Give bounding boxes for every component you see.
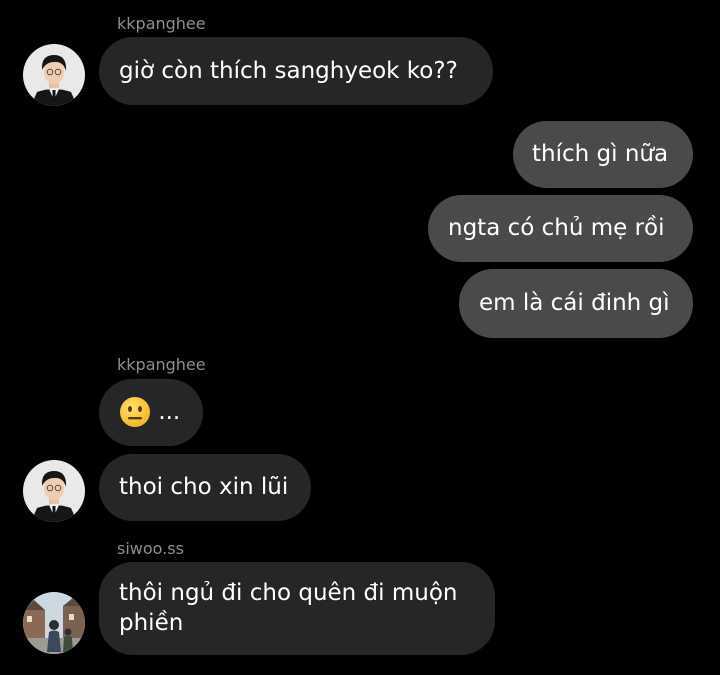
avatar-image [23,460,85,522]
message-bubble-incoming[interactable]: giờ còn thích sanghyeok ko?? [99,37,493,105]
avatar[interactable] [23,592,85,654]
avatar[interactable] [23,460,85,522]
message-text-line-2: phiền [119,610,184,636]
message-text: giờ còn thích sanghyeok ko?? [119,58,458,84]
sender-name: kkpanghee [117,355,206,374]
message-bubble-outgoing[interactable]: thích gì nữa [513,121,693,188]
message-text: thích gì nữa [532,141,669,167]
avatar-image [23,44,85,106]
message-text-line-1: thôi ngủ đi cho quên đi muộn [119,580,458,606]
sender-name: siwoo.ss [117,539,184,558]
avatar-image [23,592,85,654]
message-bubble-outgoing[interactable]: em là cái đinh gì [459,269,693,338]
message-text: em là cái đinh gì [479,290,670,316]
message-text: ngta có chủ mẹ rồi [448,215,665,241]
message-bubble-incoming[interactable]: ... [99,379,203,446]
neutral-face-emoji-icon [119,396,151,428]
message-bubble-outgoing[interactable]: ngta có chủ mẹ rồi [428,195,693,262]
avatar[interactable] [23,44,85,106]
message-text: ... [158,399,181,425]
sender-name: kkpanghee [117,14,206,33]
message-bubble-incoming[interactable]: thôi ngủ đi cho quên đi muộn phiền [99,562,495,655]
message-text: thoi cho xin lũi [119,474,289,500]
message-bubble-incoming[interactable]: thoi cho xin lũi [99,454,311,521]
